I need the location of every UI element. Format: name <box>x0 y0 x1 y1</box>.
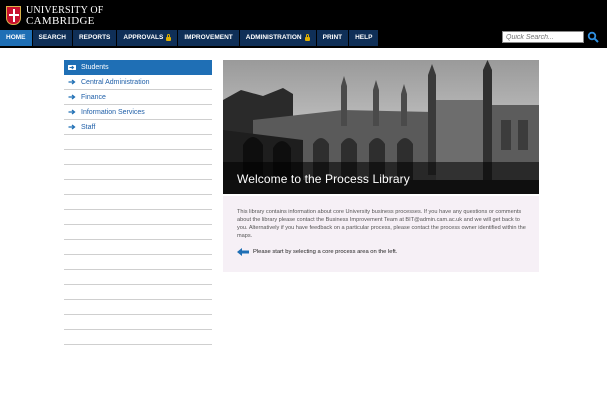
empty-row <box>64 210 212 225</box>
nav-search[interactable]: SEARCH <box>32 30 73 46</box>
empty-row <box>64 195 212 210</box>
sidebar-item-finance[interactable]: Finance <box>64 90 212 105</box>
arrow-right-icon <box>68 79 76 85</box>
intro-panel: This library contains information about … <box>223 196 539 272</box>
main-nav: HOME SEARCH REPORTS APPROVALS IMPROVEMEN… <box>0 30 380 46</box>
empty-row <box>64 300 212 315</box>
empty-row <box>64 255 212 270</box>
lock-icon <box>166 34 172 41</box>
logo-line-2: CAMBRIDGE <box>26 15 95 27</box>
nav-label: ADMINISTRATION <box>245 34 302 41</box>
start-hint: Please start by selecting a core process… <box>237 248 397 256</box>
university-logo[interactable]: UNIVERSITY OF CAMBRIDGE <box>6 6 104 27</box>
process-area-sidebar: Students Central Administration Finance … <box>64 60 212 345</box>
arrow-left-icon <box>237 248 249 256</box>
sidebar-item-label: Central Administration <box>81 78 150 86</box>
coat-of-arms-icon <box>6 6 21 25</box>
header-bar: UNIVERSITY OF CAMBRIDGE HOME SEARCH REPO… <box>0 0 607 48</box>
arrow-right-icon <box>68 124 76 130</box>
nav-administration[interactable]: ADMINISTRATION <box>239 30 317 46</box>
nav-label: IMPROVEMENT <box>184 34 233 41</box>
quick-search-input[interactable] <box>502 31 584 43</box>
sidebar-item-central-administration[interactable]: Central Administration <box>64 75 212 90</box>
arrow-right-icon <box>68 94 76 100</box>
nav-label: APPROVALS <box>123 34 164 41</box>
nav-approvals[interactable]: APPROVALS <box>117 30 179 46</box>
empty-row <box>64 180 212 195</box>
sidebar-item-label: Students <box>81 63 109 71</box>
lock-icon <box>304 34 310 41</box>
search-icon[interactable] <box>587 31 599 43</box>
sidebar-item-students[interactable]: Students <box>64 60 212 75</box>
nav-help[interactable]: HELP <box>349 30 380 46</box>
nav-home[interactable]: HOME <box>0 30 33 46</box>
nav-label: PRINT <box>322 34 343 41</box>
arrow-right-icon <box>68 109 76 115</box>
sidebar-item-staff[interactable]: Staff <box>64 120 212 135</box>
empty-row <box>64 285 212 300</box>
empty-row <box>64 135 212 150</box>
logo-wordmark: UNIVERSITY OF CAMBRIDGE <box>26 6 104 27</box>
empty-row <box>64 330 212 345</box>
empty-row <box>64 315 212 330</box>
sidebar-item-label: Finance <box>81 93 106 101</box>
nav-improvement[interactable]: IMPROVEMENT <box>178 30 240 46</box>
intro-text: This library contains information about … <box>237 209 526 239</box>
nav-print[interactable]: PRINT <box>316 30 350 46</box>
empty-row <box>64 150 212 165</box>
empty-row <box>64 225 212 240</box>
empty-row <box>64 165 212 180</box>
hint-text: Please start by selecting a core process… <box>253 249 398 255</box>
arrow-right-icon <box>68 65 76 70</box>
nav-label: SEARCH <box>38 34 66 41</box>
hero-banner: Welcome to the Process Library <box>223 60 539 194</box>
nav-reports[interactable]: REPORTS <box>72 30 118 46</box>
page-title: Welcome to the Process Library <box>237 172 410 186</box>
nav-label: HELP <box>355 34 373 41</box>
sidebar-item-label: Information Services <box>81 108 145 116</box>
nav-label: HOME <box>6 34 26 41</box>
nav-label: REPORTS <box>78 34 111 41</box>
sidebar-item-label: Staff <box>81 123 96 131</box>
sidebar-item-information-services[interactable]: Information Services <box>64 105 212 120</box>
empty-row <box>64 240 212 255</box>
empty-row <box>64 270 212 285</box>
